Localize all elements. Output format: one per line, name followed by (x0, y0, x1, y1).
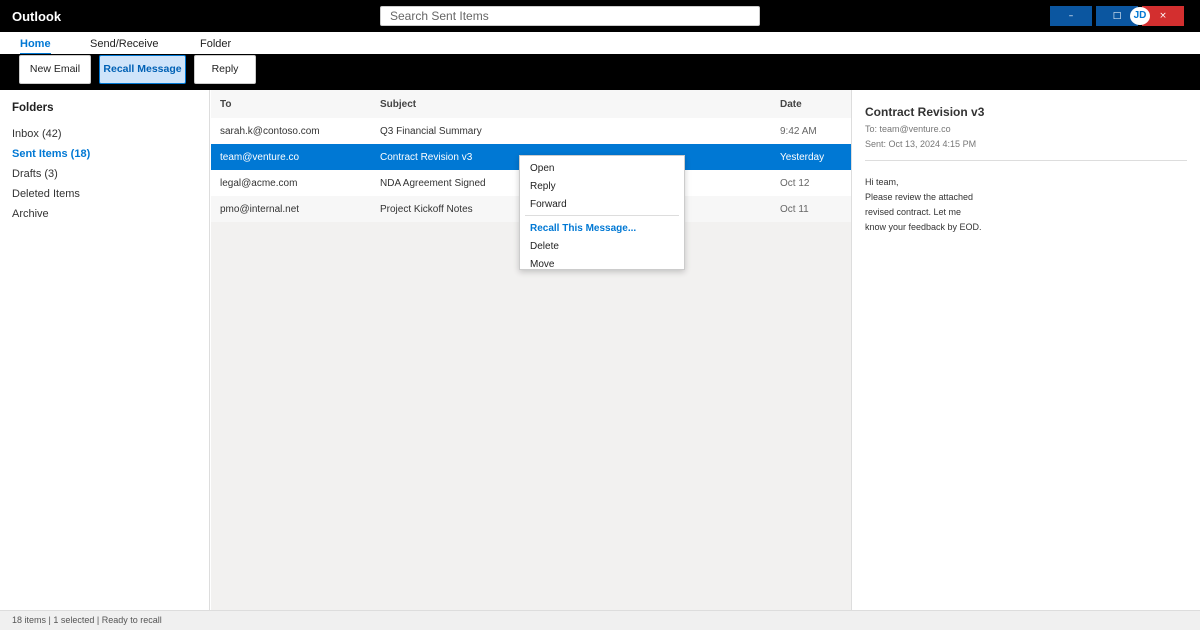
reading-pane: Contract Revision v3 To: team@venture.co… (851, 90, 1200, 610)
title-bar: Outlook – □ × JD (0, 0, 1200, 32)
row-to: team@venture.co (220, 152, 300, 163)
menu-item-move[interactable]: Move (530, 259, 554, 269)
new-email-button[interactable]: New Email (19, 55, 91, 84)
message-body-line: Hi team, (865, 177, 899, 187)
message-sent: Sent: Oct 13, 2024 4:15 PM (865, 139, 977, 149)
menu-item-open[interactable]: Open (530, 163, 554, 174)
tab-folder[interactable]: Folder (200, 38, 231, 50)
message-body-line: revised contract. Let me (865, 207, 962, 217)
folder-pane: Folders Inbox (42) Sent Items (18) Draft… (0, 90, 210, 610)
row-date: Oct 11 (780, 204, 809, 215)
folder-archive[interactable]: Archive (12, 208, 49, 220)
column-header-subject[interactable]: Subject (380, 99, 416, 110)
menu-item-recall[interactable]: Recall This Message... (530, 223, 636, 234)
row-date: Oct 12 (780, 178, 810, 189)
message-body-line: know your feedback by EOD. (865, 222, 982, 232)
folders-heading: Folders (12, 102, 54, 114)
row-date: Yesterday (780, 152, 825, 163)
message-body-line: Please review the attached (865, 192, 974, 202)
ribbon-toolbar: New Email Recall Message Reply (0, 54, 1200, 90)
message-subject: Contract Revision v3 (865, 105, 985, 119)
message-row[interactable]: sarah.k@contoso.com Q3 Financial Summary… (211, 118, 851, 144)
app-title: Outlook (12, 9, 62, 24)
reply-button[interactable]: Reply (194, 55, 256, 84)
search-input[interactable] (380, 6, 760, 26)
folder-deleted-items[interactable]: Deleted Items (12, 188, 80, 200)
menu-item-reply[interactable]: Reply (530, 181, 556, 192)
list-header: To Subject Date (211, 90, 851, 118)
row-date: 9:42 AM (780, 126, 817, 137)
menu-item-delete[interactable]: Delete (530, 241, 559, 252)
minimize-button[interactable]: – (1050, 6, 1092, 26)
menu-separator (525, 215, 679, 216)
row-subject: Q3 Financial Summary (380, 126, 482, 137)
divider (865, 160, 1187, 161)
row-to: pmo@internal.net (220, 204, 300, 215)
tab-home[interactable]: Home (20, 38, 51, 55)
folder-drafts[interactable]: Drafts (3) (12, 168, 58, 180)
message-to: To: team@venture.co (865, 124, 951, 134)
row-subject: NDA Agreement Signed (380, 178, 486, 189)
context-menu: Open Reply Forward Recall This Message..… (519, 155, 685, 270)
row-to: sarah.k@contoso.com (220, 126, 320, 137)
row-subject: Contract Revision v3 (380, 152, 473, 163)
row-subject: Project Kickoff Notes (380, 204, 473, 215)
avatar[interactable]: JD (1130, 7, 1150, 25)
tab-send-receive[interactable]: Send/Receive (90, 38, 159, 50)
menu-item-forward[interactable]: Forward (530, 199, 567, 210)
folder-inbox[interactable]: Inbox (42) (12, 128, 62, 140)
column-header-to[interactable]: To (220, 99, 231, 110)
row-to: legal@acme.com (220, 178, 298, 189)
folder-sent-items[interactable]: Sent Items (18) (12, 148, 90, 160)
recall-message-button[interactable]: Recall Message (99, 55, 186, 84)
ribbon-tabs: Home Send/Receive Folder (0, 32, 1200, 55)
column-header-date[interactable]: Date (780, 99, 802, 110)
status-bar: 18 items | 1 selected | Ready to recall (0, 610, 1200, 630)
